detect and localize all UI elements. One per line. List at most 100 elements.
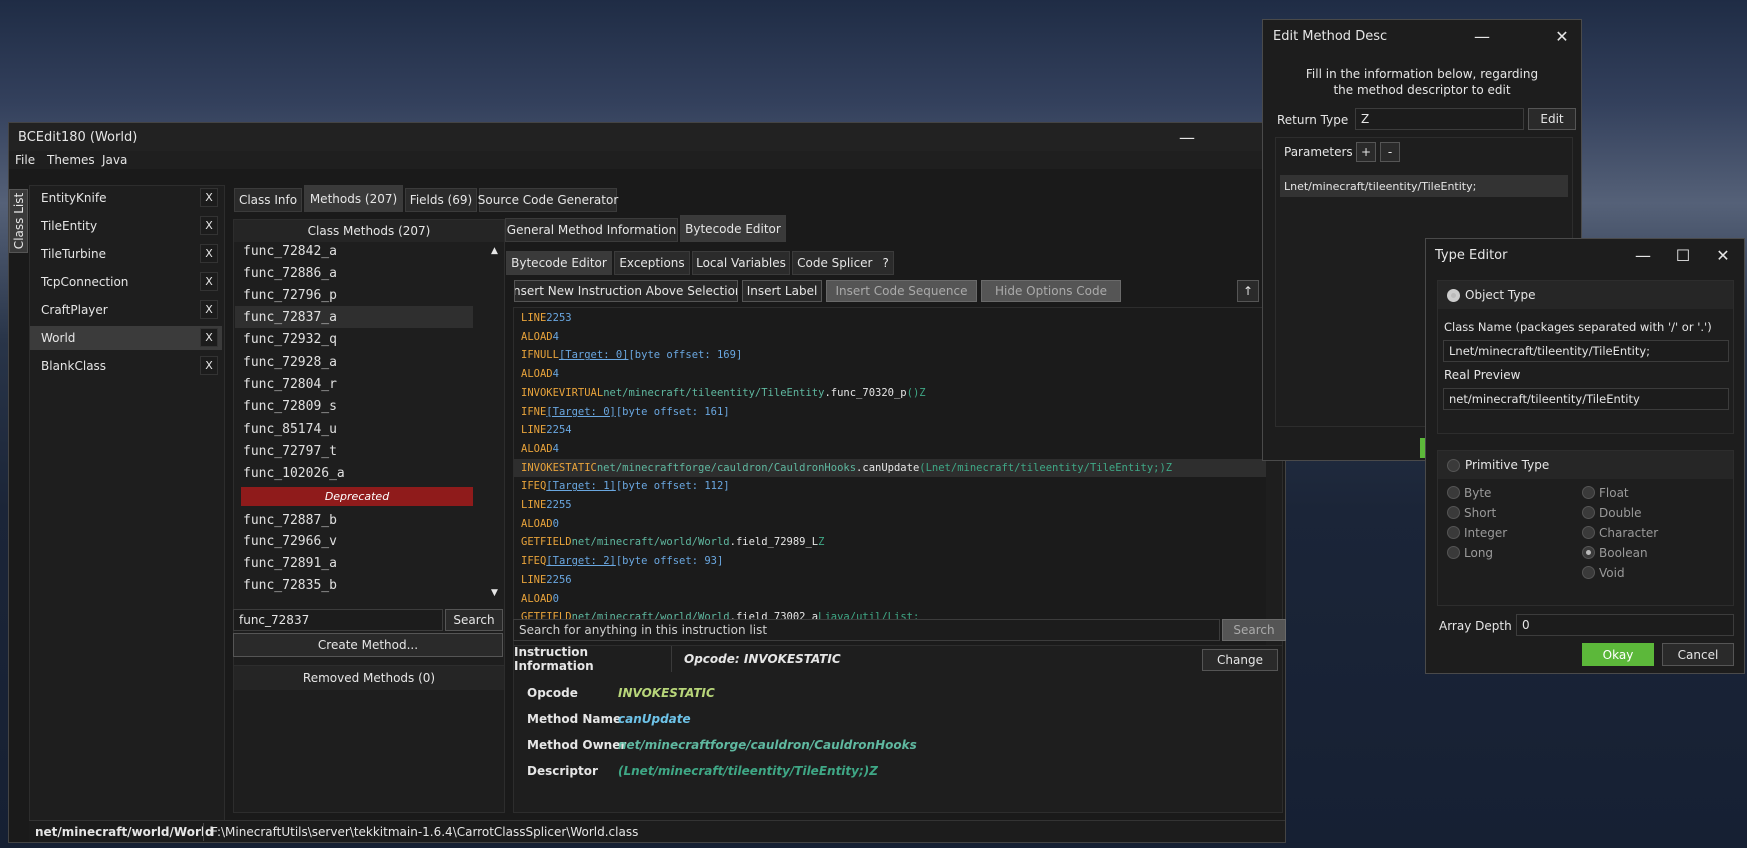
methods-scrollbar[interactable]: ▲ ▼ [488,244,502,602]
object-type-radio[interactable] [1447,289,1460,302]
method-item[interactable]: func_72797_t [235,440,473,462]
tab-fields[interactable]: Fields (69) [405,188,477,212]
create-method-button[interactable]: Create Method... [233,633,503,657]
method-item[interactable]: func_72804_r [235,373,473,395]
primitive-type-radio[interactable] [1447,459,1460,472]
primitive-long-radio[interactable] [1447,546,1460,559]
instruction-line[interactable]: IFEQ [Target: 2] [byte offset: 93] [514,552,1266,570]
hide-options-code-button[interactable]: Hide Options Code [981,280,1121,302]
tab-class-info[interactable]: Class Info [234,188,302,212]
close-class-button[interactable]: X [200,244,218,263]
open-class-item[interactable]: TileTurbine X [30,242,222,266]
open-class-item[interactable]: TcpConnection X [30,270,222,294]
close-class-button[interactable]: X [200,188,218,207]
open-class-item-selected[interactable]: World X [30,326,222,350]
tab-source-code-generator[interactable]: Source Code Generator [478,188,618,212]
primitive-short-radio[interactable] [1447,506,1460,519]
primitive-double-radio[interactable] [1582,506,1595,519]
move-up-button[interactable]: ↑ [1237,280,1259,302]
method-item-selected[interactable]: func_72837_a [235,306,473,328]
menu-java[interactable]: Java [102,153,127,167]
instruction-line[interactable]: LINE 2254 [514,421,1266,439]
subtab-code-splicer[interactable]: Code Splicer ? [792,251,894,275]
method-item[interactable]: func_72809_s [235,395,473,417]
instruction-search-input[interactable]: Search for anything in this instruction … [513,619,1220,641]
minimize-icon[interactable]: — [1631,244,1655,266]
instruction-line[interactable]: LINE 2255 [514,496,1266,514]
tab-methods[interactable]: Methods (207) [304,185,403,212]
maximize-icon[interactable]: ☐ [1671,244,1695,266]
menu-themes[interactable]: Themes [47,153,95,167]
instruction-line[interactable]: IFNE [Target: 0] [byte offset: 161] [514,403,1266,421]
instruction-line[interactable]: LINE 2256 [514,571,1266,589]
insert-instruction-above-button[interactable]: Insert New Instruction Above Selection [514,280,738,302]
instruction-line[interactable]: ALOAD 0 [514,515,1266,533]
scroll-down-icon[interactable]: ▼ [491,588,498,598]
primitive-float-radio[interactable] [1582,486,1595,499]
open-class-item[interactable]: TileEntity X [30,214,222,238]
instruction-token[interactable]: [Target: 0] [559,349,629,361]
open-class-item[interactable]: EntityKnife X [30,186,222,210]
okay-button[interactable]: Okay [1582,643,1654,666]
class-name-input[interactable]: Lnet/minecraft/tileentity/TileEntity; [1443,340,1729,362]
instruction-token[interactable]: [Target: 2] [546,555,616,567]
instruction-line[interactable]: ALOAD 4 [514,328,1266,346]
primitive-byte-radio[interactable] [1447,486,1460,499]
primitive-character-radio[interactable] [1582,526,1595,539]
method-item[interactable]: func_72835_b [235,574,473,596]
close-class-button[interactable]: X [200,300,218,319]
method-item[interactable]: func_72887_b [235,509,473,531]
instruction-search-button[interactable]: Search [1222,619,1286,641]
instruction-line[interactable]: ALOAD 4 [514,440,1266,458]
instruction-line-selected[interactable]: INVOKESTATIC net/minecraftforge/cauldron… [514,458,1266,477]
method-item[interactable]: func_72891_a [235,552,473,574]
method-item[interactable]: func_72842_a [235,243,473,262]
close-class-button[interactable]: X [200,356,218,375]
primitive-void-radio[interactable] [1582,566,1595,579]
close-class-button[interactable]: X [200,328,218,347]
instruction-token[interactable]: [Target: 1] [546,480,616,492]
method-item[interactable]: func_102026_a [235,462,473,484]
insert-code-sequence-button[interactable]: Insert Code Sequence [826,280,977,302]
close-icon[interactable]: ✕ [1711,244,1735,266]
instruction-line[interactable]: IFNULL [Target: 0] [byte offset: 169] [514,346,1266,364]
method-item[interactable]: func_72796_p [235,284,473,306]
subtab-bytecode-editor[interactable]: Bytecode Editor [506,251,612,275]
subtab-exceptions[interactable]: Exceptions [614,251,690,275]
close-class-button[interactable]: X [200,216,218,235]
close-icon[interactable]: ✕ [1550,25,1574,47]
primitive-integer-radio[interactable] [1447,526,1460,539]
return-type-input[interactable]: Z [1355,108,1524,130]
scroll-up-icon[interactable]: ▲ [491,246,498,256]
method-item[interactable]: func_85174_u [235,418,473,440]
method-item[interactable]: func_72947_a [235,596,473,602]
cancel-button[interactable]: Cancel [1662,643,1734,666]
method-search-button[interactable]: Search [445,609,503,631]
instruction-line[interactable]: IFEQ [Target: 1] [byte offset: 112] [514,477,1266,495]
class-list-tab[interactable]: Class List [9,189,28,253]
instruction-line[interactable]: ALOAD 4 [514,365,1266,383]
remove-parameter-button[interactable]: - [1380,142,1400,162]
edit-return-type-button[interactable]: Edit [1528,108,1576,130]
method-search-input[interactable]: func_72837 [233,609,443,631]
primitive-boolean-radio[interactable] [1582,546,1595,559]
instruction-line[interactable]: LINE 2253 [514,309,1266,327]
close-class-button[interactable]: X [200,272,218,291]
open-class-item[interactable]: CraftPlayer X [30,298,222,322]
tab-general-method-information[interactable]: General Method Information [505,218,678,242]
add-parameter-button[interactable]: + [1356,142,1376,162]
instruction-token[interactable]: [Target: 0] [546,406,616,418]
instruction-line[interactable]: ALOAD 0 [514,590,1266,608]
array-depth-input[interactable]: 0 [1516,614,1734,636]
minimize-icon[interactable]: — [1470,25,1494,47]
instruction-line[interactable]: INVOKEVIRTUAL net/minecraft/tileentity/T… [514,384,1266,402]
instruction-line[interactable]: GETFIELD net/minecraft/world/World .field… [514,533,1266,551]
tab-bytecode-editor[interactable]: Bytecode Editor [680,215,786,242]
change-opcode-button[interactable]: Change [1202,649,1278,671]
menu-file[interactable]: File [15,153,35,167]
method-item[interactable]: func_72886_a [235,262,473,284]
method-item[interactable]: func_72932_q [235,328,473,350]
minimize-icon[interactable]: — [1175,126,1199,148]
help-icon[interactable]: ? [882,256,888,270]
open-class-item[interactable]: BlankClass X [30,354,222,378]
